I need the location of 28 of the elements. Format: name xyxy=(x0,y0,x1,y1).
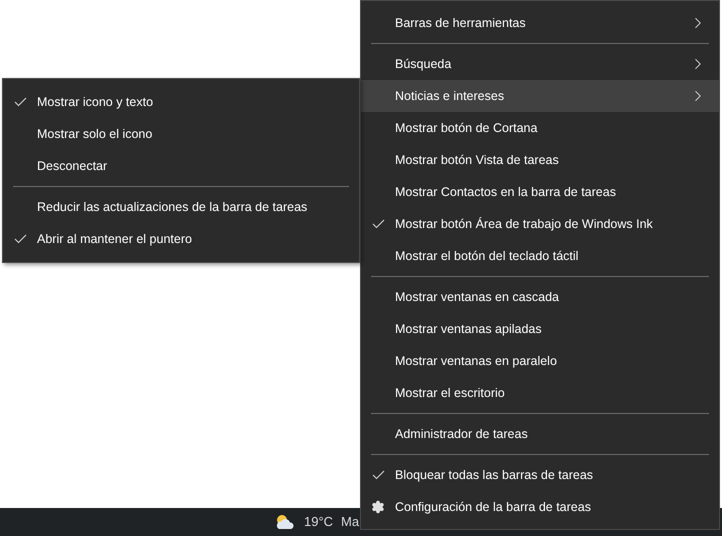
menu-item[interactable]: Reducir las actualizaciones de la barra de tareas xyxy=(3,191,359,223)
menu-item[interactable]: Configuración de la barra de tareas xyxy=(361,491,719,523)
cloud-sun-icon xyxy=(274,513,296,531)
menu-item[interactable]: Bloquear todas las barras de tareas xyxy=(361,459,719,491)
menu-item[interactable]: Mostrar botón Vista de tareas xyxy=(361,144,719,176)
menu-item[interactable]: Barras de herramientas xyxy=(361,7,719,39)
menu-item[interactable]: Mostrar Contactos en la barra de tareas xyxy=(361,176,719,208)
temperature-text: 19°C xyxy=(304,513,334,532)
menu-item[interactable]: Administrador de tareas xyxy=(361,418,719,450)
menu-item[interactable]: Noticias e intereses xyxy=(361,80,719,112)
menu-item[interactable]: Abrir al mantener el puntero xyxy=(3,223,359,255)
checkmark-icon xyxy=(372,219,384,229)
menu-item[interactable]: Mostrar botón de Cortana xyxy=(361,112,719,144)
menu-item[interactable]: Mostrar botón Área de trabajo de Windows Ink xyxy=(361,208,719,240)
checkmark-icon xyxy=(372,470,384,480)
menu-item[interactable]: Desconectar xyxy=(3,150,359,182)
checkmark-icon xyxy=(14,234,26,244)
weather-text: Ma xyxy=(341,513,360,532)
menu-item[interactable]: Búsqueda xyxy=(361,48,719,80)
menu-item[interactable]: Mostrar el escritorio xyxy=(361,377,719,409)
checkmark-icon xyxy=(14,97,26,107)
menu-item[interactable]: Mostrar ventanas en cascada xyxy=(361,281,719,313)
menu-item[interactable]: Mostrar solo el icono xyxy=(3,118,359,150)
menu-item[interactable]: Mostrar ventanas en paralelo xyxy=(361,345,719,377)
settings-icon xyxy=(371,500,385,514)
menu-item[interactable]: Mostrar ventanas apiladas xyxy=(361,313,719,345)
menu-item[interactable]: Mostrar icono y texto xyxy=(3,86,359,118)
menu-item[interactable]: Mostrar el botón del teclado táctil xyxy=(361,240,719,272)
